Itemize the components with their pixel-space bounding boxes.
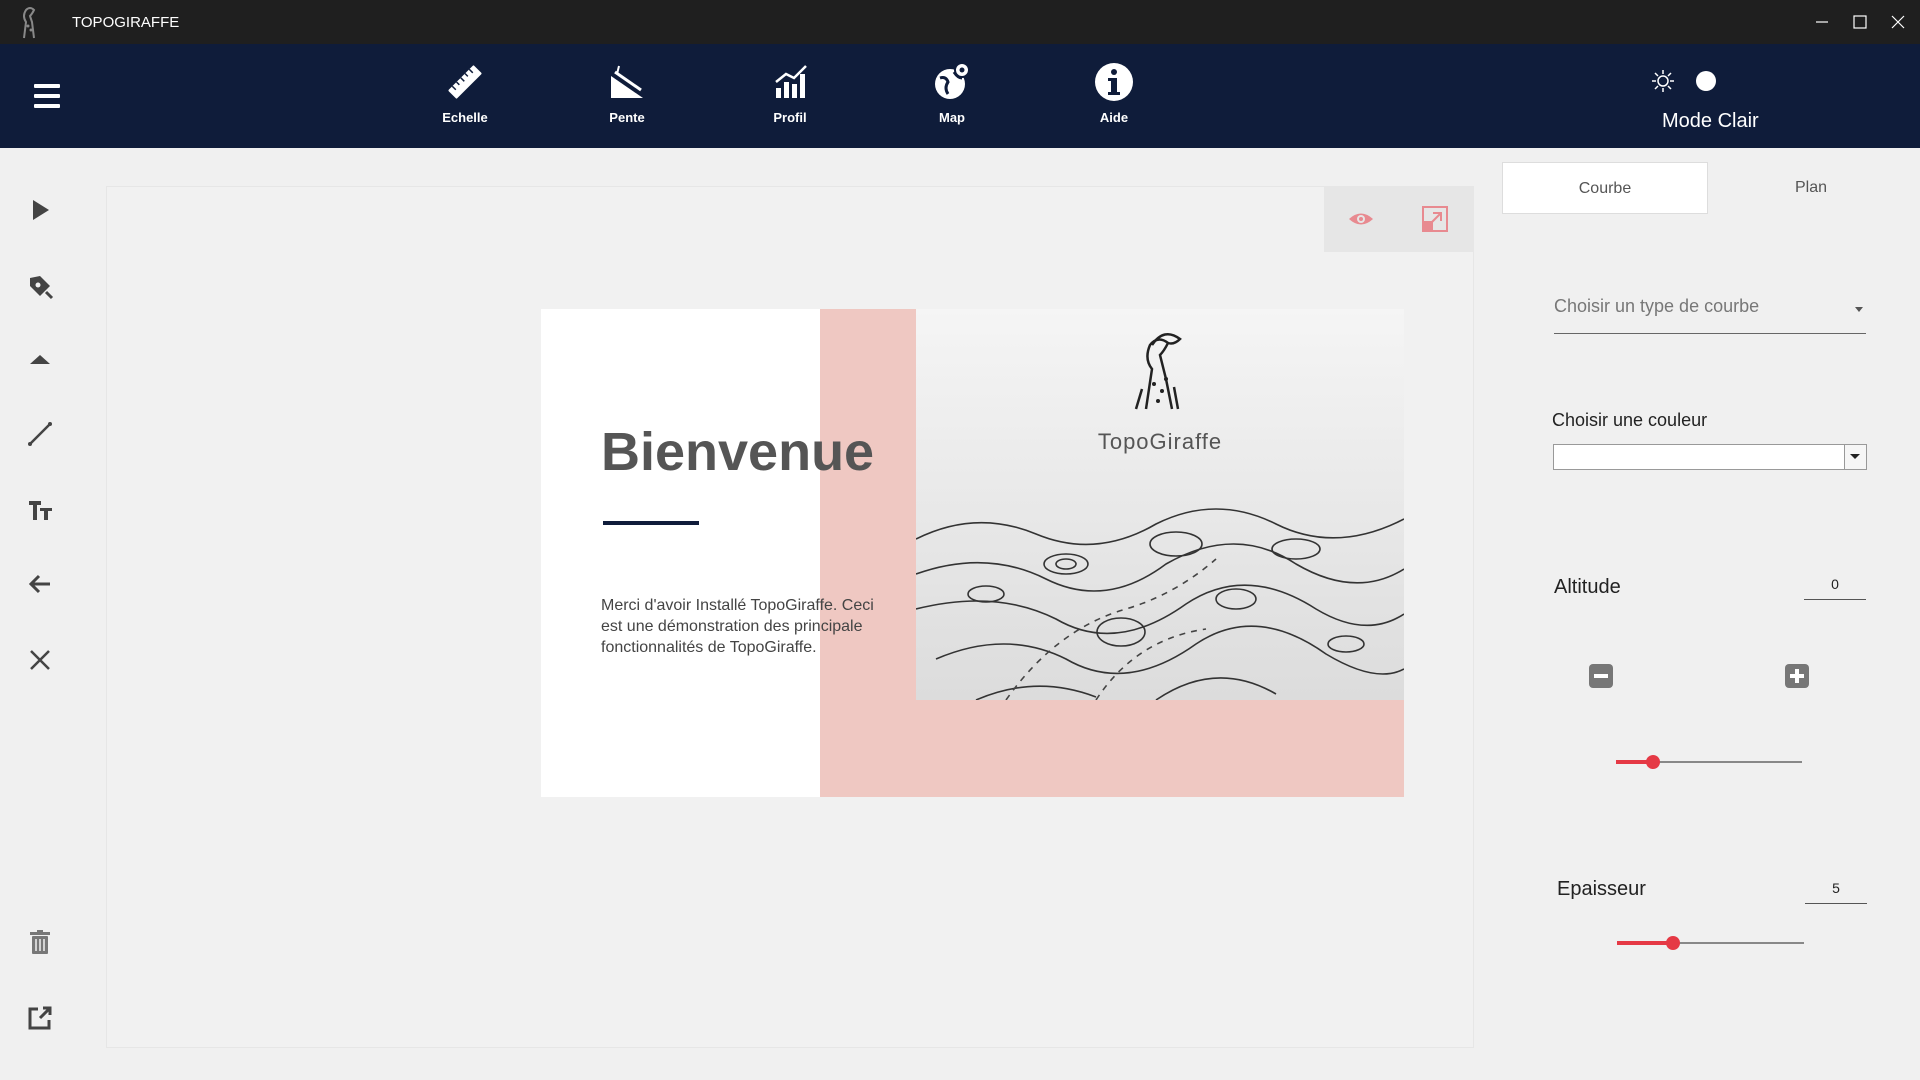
close-icon (30, 650, 50, 670)
line-icon (28, 422, 52, 446)
delete-button[interactable] (20, 922, 60, 962)
theme-mode: Mode Clair (1640, 58, 1790, 142)
pen-tool-button[interactable] (20, 266, 60, 306)
trash-icon (30, 930, 50, 954)
color-select[interactable] (1553, 444, 1867, 470)
color-label: Choisir une couleur (1552, 410, 1708, 430)
menu-icon[interactable] (30, 76, 64, 116)
resize-icon[interactable] (1420, 204, 1450, 234)
altitude-label: Altitude (1554, 576, 1621, 598)
curve-type-placeholder: Choisir un type de courbe (1554, 296, 1760, 316)
epaisseur-slider[interactable] (1617, 933, 1804, 953)
canvas-tools (1324, 186, 1474, 252)
globe-icon (935, 62, 970, 99)
topographic-image: TopoGiraffe (916, 309, 1404, 700)
mode-label: Mode Clair (1662, 110, 1759, 132)
curve-type-select[interactable]: Choisir un type de courbe (1554, 288, 1866, 334)
title-underline (603, 521, 699, 525)
maximize-icon[interactable] (1846, 8, 1874, 36)
top-navigation: Echelle Pente Profil Map Aide Mode Clair (0, 44, 1920, 148)
tab-courbe[interactable]: Courbe (1502, 162, 1708, 214)
nav-map-button[interactable]: Map (892, 60, 1012, 140)
pen-icon (30, 276, 54, 300)
nav-label: Aide (1099, 110, 1129, 125)
nav-aide-button[interactable]: Aide (1054, 60, 1174, 140)
triangle-up-icon (30, 355, 50, 364)
slider-thumb[interactable] (1646, 755, 1661, 769)
brand-name: TopoGiraffe (1097, 429, 1223, 454)
giraffe-logo-icon (23, 7, 36, 39)
slope-icon (611, 65, 643, 98)
text-tool-button[interactable] (20, 490, 60, 530)
profile-chart-icon (775, 65, 807, 98)
theme-toggle[interactable] (1694, 70, 1738, 92)
nav-label: Map (939, 110, 965, 125)
slide-description: Merci d'avoir Installé TopoGiraffe. Ceci… (601, 597, 874, 656)
minimize-icon[interactable] (1808, 8, 1836, 36)
altitude-slider[interactable] (1616, 752, 1802, 772)
text-icon (29, 501, 52, 520)
title-bar: TOPOGIRAFFE (0, 0, 1920, 44)
info-icon (1095, 63, 1133, 101)
slide-title: Bienvenue (601, 422, 875, 482)
nav-profil-button[interactable]: Profil (730, 60, 850, 140)
undo-arrow-icon (28, 574, 50, 594)
slider-fill (1617, 941, 1674, 945)
close-window-icon[interactable] (1884, 8, 1912, 36)
ruler-icon (448, 65, 482, 99)
sun-icon (1652, 70, 1674, 92)
altitude-input[interactable]: 0 (1804, 572, 1866, 600)
nav-label: Pente (609, 110, 645, 125)
eye-icon[interactable] (1346, 204, 1376, 234)
export-button[interactable] (20, 998, 60, 1038)
chevron-down-icon (1850, 454, 1860, 459)
triangle-tool-button[interactable] (20, 340, 60, 380)
properties-panel: Courbe Plan Choisir un type de courbe Ch… (1488, 148, 1920, 1080)
pointer-icon (33, 200, 49, 220)
nav-label: Profil (773, 110, 807, 125)
left-toolbar (0, 148, 80, 1080)
welcome-slide: TopoGiraffe Bienvenue Merci d'avoir Inst… (541, 309, 1404, 797)
epaisseur-input[interactable]: 5 (1805, 876, 1867, 904)
pointer-tool-button[interactable] (20, 190, 60, 230)
slide-accent-band (820, 700, 1404, 797)
color-dropdown-button[interactable] (1844, 445, 1866, 469)
epaisseur-label: Epaisseur (1557, 878, 1646, 900)
tab-plan[interactable]: Plan (1708, 162, 1914, 214)
contour-lines-graphic (916, 332, 1404, 700)
cancel-tool-button[interactable] (20, 640, 60, 680)
export-icon (28, 1006, 52, 1030)
nav-pente-button[interactable]: Pente (567, 60, 687, 140)
slider-thumb[interactable] (1666, 936, 1681, 950)
chevron-down-icon (1855, 307, 1863, 312)
window-title: TOPOGIRAFFE (72, 14, 180, 31)
decrement-icon[interactable] (1587, 662, 1615, 690)
undo-tool-button[interactable] (20, 564, 60, 604)
increment-icon[interactable] (1783, 662, 1811, 690)
nav-label: Echelle (442, 110, 488, 125)
nav-echelle-button[interactable]: Echelle (405, 60, 525, 140)
line-tool-button[interactable] (20, 414, 60, 454)
toggle-knob (1696, 71, 1716, 91)
